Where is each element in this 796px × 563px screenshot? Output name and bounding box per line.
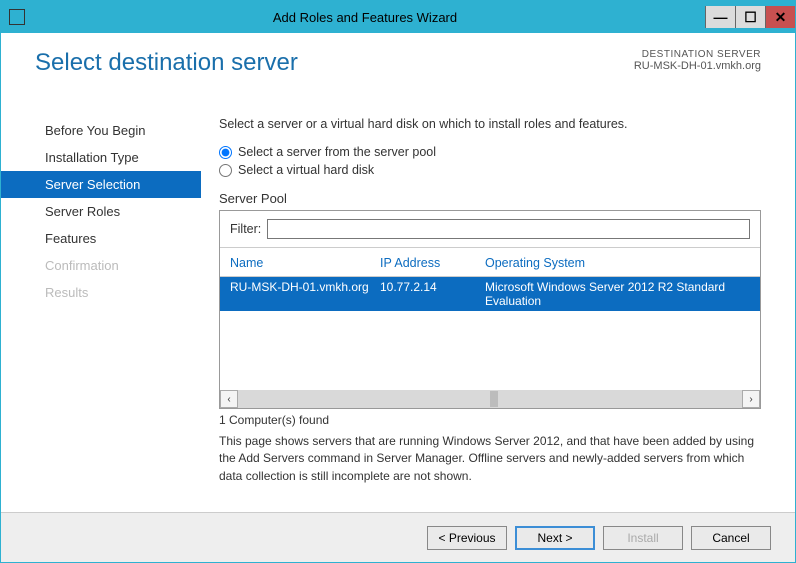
titlebar: Add Roles and Features Wizard — ☐ ✕ [1, 1, 795, 33]
sidebar: Before You Begin Installation Type Serve… [1, 103, 201, 512]
note-text: This page shows servers that are running… [219, 433, 761, 485]
sidebar-item-features[interactable]: Features [1, 225, 201, 252]
wizard-window: Add Roles and Features Wizard — ☐ ✕ Sele… [0, 0, 796, 563]
destination-info: DESTINATION SERVER RU-MSK-DH-01.vmkh.org [634, 49, 761, 72]
column-ip[interactable]: IP Address [380, 256, 485, 270]
radio-server-pool[interactable]: Select a server from the server pool [219, 145, 761, 159]
column-name[interactable]: Name [230, 256, 380, 270]
radio-server-pool-label: Select a server from the server pool [238, 145, 436, 159]
horizontal-scrollbar[interactable]: ‹ › [220, 390, 760, 408]
server-pool-box: Filter: Name IP Address Operating System… [219, 210, 761, 409]
close-button[interactable]: ✕ [765, 6, 795, 28]
sidebar-item-confirmation: Confirmation [1, 252, 201, 279]
table-row[interactable]: RU-MSK-DH-01.vmkh.org 10.77.2.14 Microso… [220, 277, 760, 311]
main-panel: Select a server or a virtual hard disk o… [201, 103, 785, 512]
filter-input[interactable] [267, 219, 750, 239]
destination-label: DESTINATION SERVER [634, 49, 761, 60]
body: Before You Begin Installation Type Serve… [1, 103, 795, 512]
page-title: Select destination server [35, 49, 298, 77]
column-os[interactable]: Operating System [485, 256, 750, 270]
radio-vhd-label: Select a virtual hard disk [238, 163, 374, 177]
radio-vhd[interactable]: Select a virtual hard disk [219, 163, 761, 177]
install-button: Install [603, 526, 683, 550]
radio-vhd-input[interactable] [219, 164, 232, 177]
destination-value: RU-MSK-DH-01.vmkh.org [634, 60, 761, 72]
scroll-thumb[interactable] [490, 391, 498, 407]
next-button[interactable]: Next > [515, 526, 595, 550]
scroll-right-icon[interactable]: › [742, 390, 760, 408]
sidebar-item-results: Results [1, 279, 201, 306]
previous-button[interactable]: < Previous [427, 526, 507, 550]
sidebar-item-installation-type[interactable]: Installation Type [1, 144, 201, 171]
footer: < Previous Next > Install Cancel [1, 512, 795, 562]
sidebar-item-before-you-begin[interactable]: Before You Begin [1, 117, 201, 144]
scroll-track[interactable] [238, 390, 742, 408]
sidebar-item-server-roles[interactable]: Server Roles [1, 198, 201, 225]
server-pool-label: Server Pool [219, 191, 761, 206]
app-icon [9, 9, 25, 25]
cell-name: RU-MSK-DH-01.vmkh.org [230, 280, 380, 308]
window-buttons: — ☐ ✕ [705, 6, 795, 28]
intro-text: Select a server or a virtual hard disk o… [219, 117, 761, 131]
header: Select destination server DESTINATION SE… [1, 33, 795, 103]
sidebar-item-server-selection[interactable]: Server Selection [1, 171, 201, 198]
filter-row: Filter: [220, 211, 760, 248]
cell-ip: 10.77.2.14 [380, 280, 485, 308]
filter-label: Filter: [230, 222, 261, 236]
cell-os: Microsoft Windows Server 2012 R2 Standar… [485, 280, 750, 308]
maximize-button[interactable]: ☐ [735, 6, 765, 28]
computers-found: 1 Computer(s) found [219, 413, 761, 427]
radio-server-pool-input[interactable] [219, 146, 232, 159]
cancel-button[interactable]: Cancel [691, 526, 771, 550]
window-title: Add Roles and Features Wizard [25, 10, 705, 25]
table-body: RU-MSK-DH-01.vmkh.org 10.77.2.14 Microso… [220, 277, 760, 390]
content: Select destination server DESTINATION SE… [1, 33, 795, 562]
scroll-left-icon[interactable]: ‹ [220, 390, 238, 408]
table-header: Name IP Address Operating System [220, 248, 760, 277]
minimize-button[interactable]: — [705, 6, 735, 28]
